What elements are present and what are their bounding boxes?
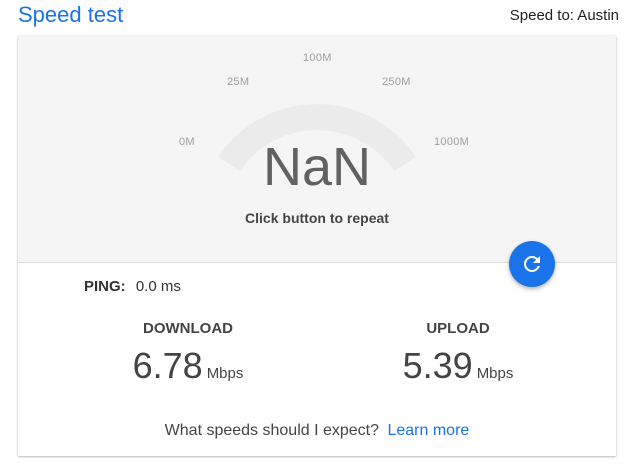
- gauge-value: NaN: [262, 137, 372, 197]
- learn-more-link[interactable]: Learn more: [387, 422, 469, 439]
- upload-value: 5.39: [402, 345, 473, 386]
- server-label: Speed to: Austin: [509, 7, 619, 24]
- upload-unit: Mbps: [476, 365, 514, 382]
- repeat-test-button[interactable]: [509, 241, 555, 287]
- gauge-tick-2: 100M: [303, 52, 332, 64]
- upload-label: UPLOAD: [426, 320, 490, 337]
- ping-row: PING: 0.0 ms: [84, 278, 181, 295]
- gauge-panel: 0M 25M 100M 250M 1000M NaN Click button …: [18, 36, 616, 263]
- download-label: DOWNLOAD: [143, 320, 233, 337]
- download-unit: Mbps: [206, 365, 244, 382]
- gauge-caption: Click button to repeat: [245, 210, 389, 226]
- ping-label: PING:: [84, 278, 126, 295]
- refresh-icon: [524, 256, 540, 272]
- upload-metric: UPLOAD 5.39 Mbps: [358, 320, 558, 387]
- footer-question: What speeds should I expect?: [164, 422, 380, 439]
- ping-value: 0.0 ms: [135, 278, 181, 295]
- footer: What speeds should I expect? Learn more: [18, 422, 616, 440]
- page-title: Speed test: [18, 2, 124, 27]
- gauge-tick-1: 25M: [227, 76, 250, 88]
- download-metric: DOWNLOAD 6.78 Mbps: [88, 320, 288, 387]
- gauge-tick-3: 250M: [382, 76, 411, 88]
- speed-test-card: 0M 25M 100M 250M 1000M NaN Click button …: [18, 36, 616, 456]
- download-value: 6.78: [132, 345, 203, 386]
